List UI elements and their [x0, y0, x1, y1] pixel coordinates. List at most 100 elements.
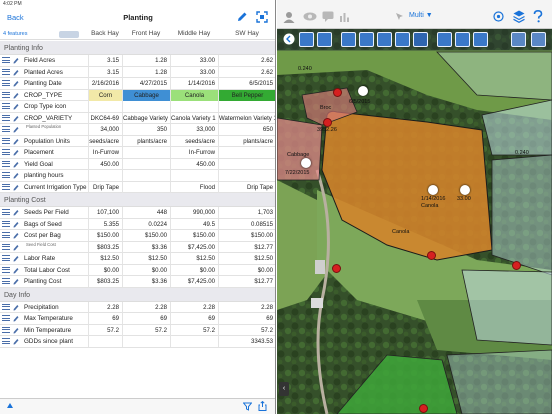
measure-tool[interactable]: [395, 32, 410, 47]
cell-sw-hay[interactable]: [218, 158, 275, 170]
walk-tool[interactable]: [413, 32, 428, 47]
edit-pencil-icon[interactable]: [13, 138, 19, 145]
table-row[interactable]: Planted Population 34,000 350 33,000 650: [0, 124, 275, 136]
edit-pencil-icon[interactable]: [13, 244, 19, 251]
cell-back-hay[interactable]: [88, 170, 122, 181]
cell-back-hay[interactable]: 57.2: [88, 324, 122, 336]
cell-back-hay[interactable]: 2/16/2016: [88, 78, 122, 89]
cell-front-hay[interactable]: 350: [122, 124, 170, 135]
edit-pencil-icon[interactable]: [13, 115, 19, 122]
cell-middle-hay[interactable]: [170, 101, 218, 112]
edit-pencil-icon[interactable]: [13, 69, 19, 76]
cell-front-hay[interactable]: 57.2: [122, 324, 170, 336]
cell-front-hay[interactable]: $0.00: [122, 264, 170, 276]
red-pin-marker[interactable]: [427, 251, 436, 260]
cell-front-hay[interactable]: 1.28: [122, 55, 170, 66]
cell-back-hay[interactable]: 3.15: [88, 55, 122, 66]
table-row[interactable]: GDDs since plant 3343.53: [0, 336, 275, 348]
reorder-icon[interactable]: [2, 255, 10, 262]
reorder-icon[interactable]: [2, 172, 10, 179]
edit-pencil-icon[interactable]: [13, 232, 19, 239]
table-row[interactable]: Max Temperature 69 69 69 69: [0, 313, 275, 325]
cell-middle-hay[interactable]: 33.00: [170, 55, 218, 66]
pencil-icon[interactable]: [236, 11, 248, 23]
share-icon[interactable]: [258, 400, 267, 411]
edit-pencil-icon[interactable]: [13, 126, 19, 133]
cell-front-hay[interactable]: [122, 181, 170, 193]
edit-pencil-icon[interactable]: [13, 57, 19, 64]
reorder-icon[interactable]: [2, 126, 10, 133]
cell-sw-hay[interactable]: 2.62: [218, 55, 275, 66]
cell-sw-hay[interactable]: 1,703: [218, 207, 275, 218]
grid-tool[interactable]: [437, 32, 452, 47]
section-header[interactable]: Planting Cost: [0, 193, 275, 207]
cell-back-hay[interactable]: 2.28: [88, 301, 122, 313]
edit-pencil-icon[interactable]: [13, 80, 19, 87]
edit-pencil-icon[interactable]: [13, 184, 19, 191]
user-icon[interactable]: [283, 11, 295, 23]
cell-sw-hay[interactable]: [218, 170, 275, 181]
photo-tool[interactable]: [455, 32, 470, 47]
cell-sw-hay[interactable]: 6/5/2015: [218, 78, 275, 89]
reorder-icon[interactable]: [2, 303, 10, 311]
edit-pencil-icon[interactable]: [13, 255, 19, 262]
cell-front-hay[interactable]: [122, 170, 170, 181]
cell-back-hay[interactable]: 34,000: [88, 124, 122, 135]
cell-sw-hay[interactable]: $12.77: [218, 241, 275, 253]
red-pin-marker[interactable]: [333, 88, 342, 97]
field-centroid-marker[interactable]: [460, 185, 470, 195]
edit-pencil-icon[interactable]: [13, 92, 19, 99]
field-centroid-marker[interactable]: [428, 185, 438, 195]
bar-chart-icon[interactable]: [339, 11, 350, 22]
cell-middle-hay[interactable]: Canola Variety 1: [170, 112, 218, 124]
draw-line-tool[interactable]: [317, 32, 332, 47]
red-pin-marker[interactable]: [332, 264, 341, 273]
cell-middle-hay[interactable]: 1/14/2016: [170, 78, 218, 89]
table-row[interactable]: Crop Type icon: [0, 101, 275, 113]
reorder-icon[interactable]: [2, 183, 10, 191]
cell-sw-hay[interactable]: 57.2: [218, 324, 275, 336]
red-pin-marker[interactable]: [323, 118, 332, 127]
cell-back-hay[interactable]: [88, 336, 122, 347]
cell-back-hay[interactable]: [88, 101, 122, 112]
cell-sw-hay[interactable]: 650: [218, 124, 275, 135]
collapse-panel-handle[interactable]: ‹: [279, 382, 289, 396]
table-row[interactable]: CROP_VARIETY DKC64-69 Cabbage Variety 1 Can…: [0, 112, 275, 124]
table-row[interactable]: Labor Rate $12.50 $12.50 $12.50 $12.50: [0, 253, 275, 265]
edit-pencil-icon[interactable]: [13, 161, 19, 168]
cell-middle-hay[interactable]: $7,425.00: [170, 241, 218, 253]
cell-middle-hay[interactable]: Canola: [170, 89, 218, 101]
cell-sw-hay[interactable]: 69: [218, 313, 275, 324]
cell-back-hay[interactable]: In-Furrow: [88, 147, 122, 158]
cell-middle-hay[interactable]: $150.00: [170, 230, 218, 241]
table-row[interactable]: Seeds Per Field 107,100 448 990,000 1,703: [0, 207, 275, 219]
cell-sw-hay[interactable]: 2.62: [218, 66, 275, 78]
edit-pencil-icon[interactable]: [13, 304, 19, 311]
field-centroid-marker[interactable]: [358, 86, 368, 96]
cell-front-hay[interactable]: $3.36: [122, 241, 170, 253]
table-row[interactable]: Field Acres 3.15 1.28 33.00 2.62: [0, 55, 275, 67]
cell-back-hay[interactable]: $803.25: [88, 241, 122, 253]
cell-back-hay[interactable]: $0.00: [88, 264, 122, 276]
cell-sw-hay[interactable]: Bell Pepper: [218, 89, 275, 101]
reorder-icon[interactable]: [2, 232, 10, 239]
draw-polygon-tool[interactable]: [341, 32, 356, 47]
reorder-icon[interactable]: [2, 114, 10, 122]
reorder-icon[interactable]: [2, 315, 10, 322]
filter-icon[interactable]: [242, 402, 253, 411]
column-toggle[interactable]: [59, 31, 79, 38]
cell-front-hay[interactable]: [122, 101, 170, 112]
cell-sw-hay[interactable]: plants/acre: [218, 135, 275, 147]
cell-front-hay[interactable]: 69: [122, 313, 170, 324]
cell-front-hay[interactable]: 448: [122, 207, 170, 218]
cell-sw-hay[interactable]: $150.00: [218, 230, 275, 241]
table-row[interactable]: Seed Field Cost $803.25 $3.36 $7,425.00 $12.…: [0, 241, 275, 253]
cell-middle-hay[interactable]: $12.50: [170, 253, 218, 264]
cell-front-hay[interactable]: plants/acre: [122, 135, 170, 147]
table-row[interactable]: Planting Date 2/16/2016 4/27/2015 1/14/2016…: [0, 78, 275, 90]
reorder-icon[interactable]: [2, 57, 10, 64]
cell-middle-hay[interactable]: 990,000: [170, 207, 218, 218]
reorder-icon[interactable]: [2, 80, 10, 87]
column-header-front-hay[interactable]: Front Hay: [122, 30, 170, 37]
eye-icon[interactable]: [303, 12, 317, 21]
